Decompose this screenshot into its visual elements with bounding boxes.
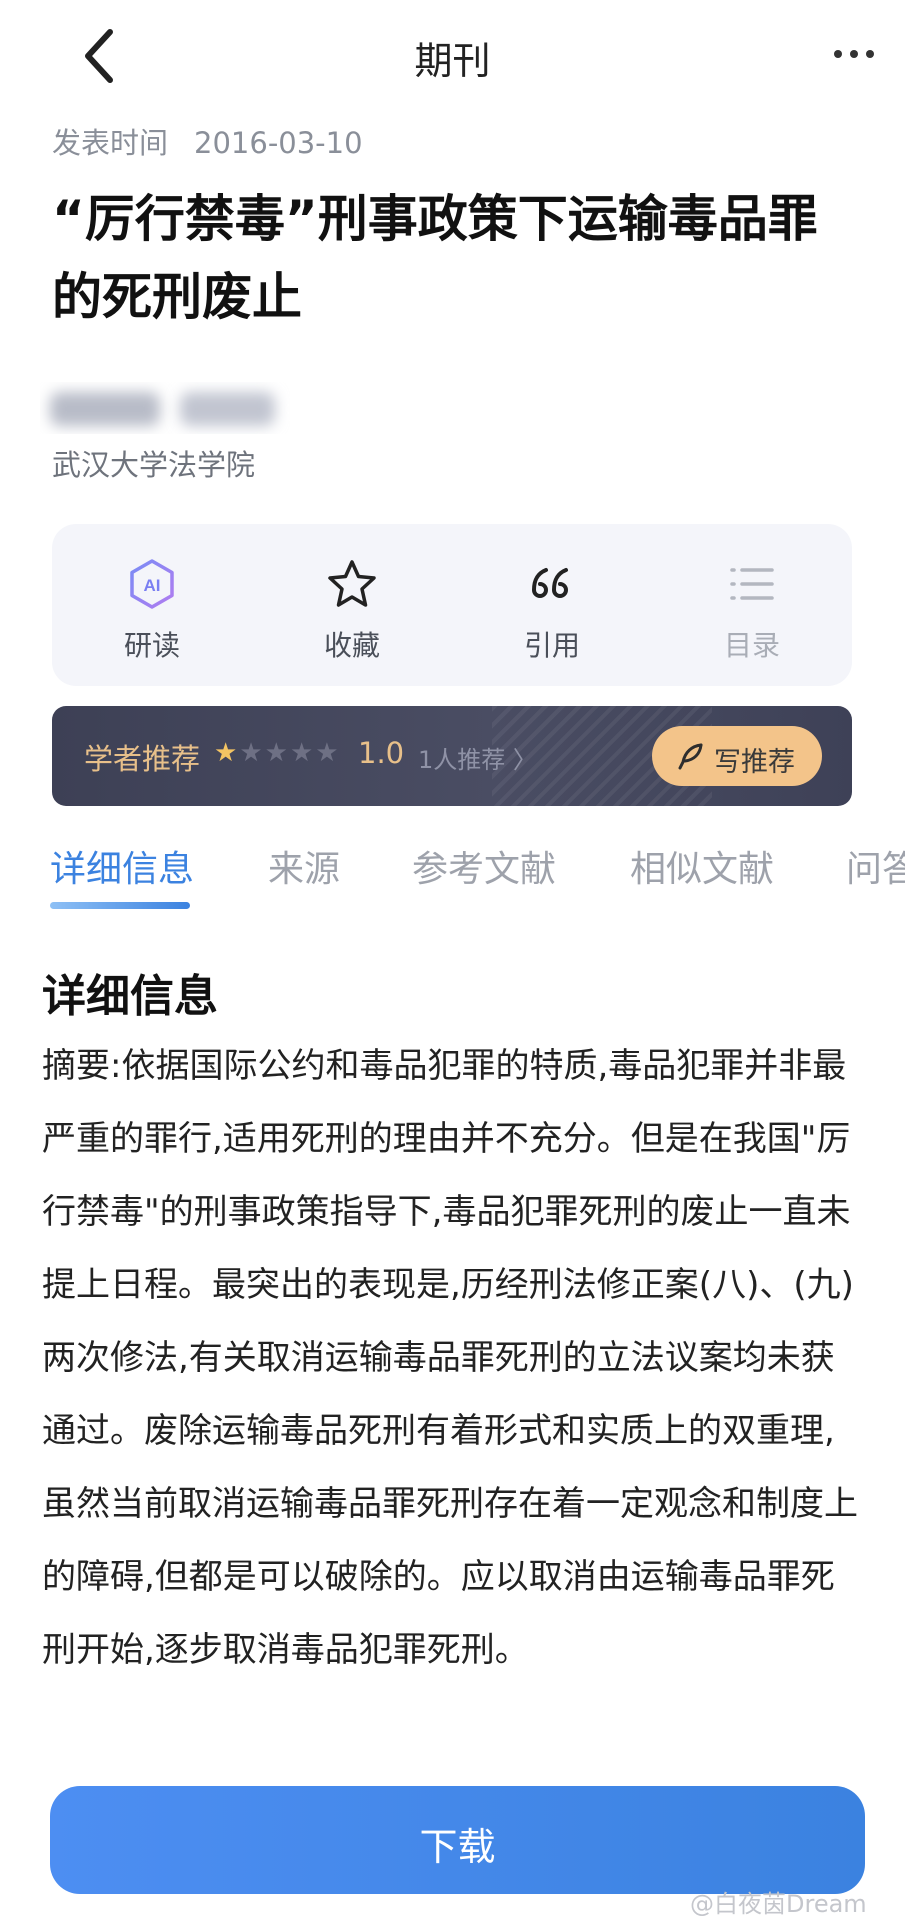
scholar-recommend-title: 学者推荐 [84, 742, 201, 776]
watermark: @白夜茵Dream [690, 1890, 867, 1918]
quote-icon [532, 568, 568, 598]
rating-star-icon: ★ [315, 738, 339, 768]
publish-date: 发表时间 2016-03-10 [52, 120, 363, 162]
tab-similar[interactable]: 相似文献 [630, 840, 774, 892]
author-affiliation: 武汉大学法学院 [52, 448, 256, 482]
tab-details[interactable]: 详细信息 [50, 840, 194, 892]
toc-button[interactable]: 目录 [652, 524, 852, 686]
more-horizontal-icon [834, 50, 874, 58]
tab-qa[interactable]: 问答 [846, 840, 905, 892]
publish-date-label: 发表时间 [52, 126, 169, 160]
favorite-button[interactable]: 收藏 [252, 524, 452, 686]
rating-star-icon: ★ [289, 738, 314, 768]
write-recommend-label: 写推荐 [714, 747, 795, 778]
scholar-recommend-banner: 学者推荐 ★★★★★ 1.0 1人推荐 〉 写推荐 [52, 706, 852, 806]
action-panel: AI 研读 收藏 引用 目录 [52, 524, 852, 686]
recommend-count[interactable]: 1人推荐 〉 [418, 740, 537, 775]
favorite-label: 收藏 [323, 629, 380, 662]
ai-icon: AI [130, 559, 174, 609]
tab-active-indicator [50, 902, 190, 909]
rating-star-icon: ★ [264, 738, 288, 768]
tab-references[interactable]: 参考文献 [412, 840, 556, 892]
abstract-text: 摘要:依据国际公约和毒品犯罪的特质,毒品犯罪并非最严重的罪行,适用死刑的理由并不… [42, 1046, 858, 1670]
download-label: 下载 [419, 1825, 496, 1869]
list-icon [730, 568, 774, 600]
rating-star-icon: ★ [239, 738, 263, 768]
study-button[interactable]: AI 研读 [52, 524, 252, 686]
more-button[interactable] [820, 28, 890, 78]
write-recommend-button[interactable]: 写推荐 [652, 726, 822, 786]
author-names-blurred [50, 392, 275, 426]
rating-score: 1.0 [358, 736, 405, 770]
rating-star-icon: ★ [214, 738, 238, 768]
star-icon [328, 560, 376, 607]
publish-date-value: 2016-03-10 [194, 126, 363, 160]
svg-text:AI: AI [144, 576, 161, 595]
tab-source[interactable]: 来源 [268, 840, 340, 892]
page-title: 期刊 [414, 39, 491, 83]
cite-button[interactable]: 引用 [452, 524, 652, 686]
feather-pen-icon [678, 743, 703, 770]
study-label: 研读 [123, 629, 180, 662]
toc-label: 目录 [723, 629, 780, 662]
section-title: 详细信息 [42, 971, 218, 1022]
cite-label: 引用 [523, 629, 580, 662]
download-button[interactable]: 下载 [50, 1786, 865, 1894]
article-title: “厉行禁毒”刑事政策下运输毒品罪的死刑废止 [52, 190, 818, 326]
rating-stars: ★★★★★ [214, 738, 341, 768]
